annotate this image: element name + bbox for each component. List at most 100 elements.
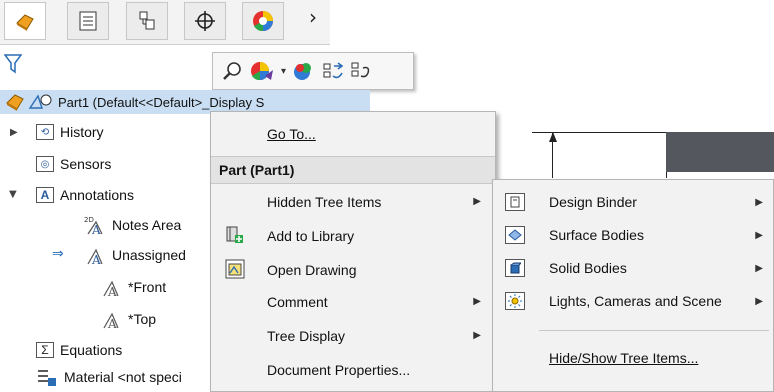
menu-item-hidden-tree-items[interactable]: Hidden Tree Items ▶ [211, 186, 495, 217]
tree-item-sensors[interactable]: ◎ Sensors [36, 153, 111, 175]
menu-item-add-to-library[interactable]: Add to Library [211, 220, 495, 251]
menu-item-label: Add to Library [267, 227, 355, 244]
display-manager-icon [253, 11, 273, 32]
tree-item-label: History [60, 124, 104, 140]
chevron-right-icon[interactable]: › [309, 5, 317, 29]
tree-item-label: *Top [128, 311, 157, 327]
submenu-item-label: Surface Bodies [549, 227, 644, 243]
submenu-item-label: Design Binder [549, 194, 637, 210]
manager-tab-bar: › [0, 0, 330, 45]
propertymanager-icon [79, 11, 97, 31]
tree-item-label: Sensors [60, 156, 112, 172]
menu-item-open-drawing[interactable]: Open Drawing [211, 254, 495, 285]
menu-item-label: Tree Display [267, 327, 346, 344]
svg-text:A: A [107, 285, 117, 298]
tree-item-annotations[interactable]: A Annotations [36, 184, 134, 206]
submenu-arrow-icon: ▶ [473, 330, 481, 341]
chevron-down-icon[interactable]: ▾ [281, 66, 286, 77]
notes-area-icon: 2D A [84, 216, 103, 236]
tree-item-label: Material <not speci [64, 369, 182, 385]
tab-featuremanager[interactable] [4, 2, 46, 40]
annotations-icon: A [36, 187, 54, 203]
tree-item-top[interactable]: A *Top [100, 308, 156, 330]
tab-displaymanager[interactable] [242, 2, 284, 40]
submenu-item-label: Solid Bodies [549, 260, 627, 276]
tree-item-label: Notes Area [112, 217, 182, 233]
svg-text:A: A [91, 223, 101, 236]
collapse-arrow-icon[interactable]: ▼ [9, 189, 17, 200]
equations-icon: Σ [36, 342, 54, 358]
tree-item-front[interactable]: A *Front [100, 276, 166, 298]
tree-item-label: Annotations [60, 187, 134, 203]
annotation-view-icon: A [103, 312, 119, 330]
submenu-item-label: Lights, Cameras and Scene [549, 293, 722, 309]
tree-item-label: Equations [60, 342, 123, 358]
context-toolbar: ▾ [212, 52, 414, 90]
expand-arrow-icon[interactable]: ▶ [10, 127, 18, 138]
menu-separator [539, 330, 769, 331]
arrowhead-icon [549, 132, 557, 142]
active-arrow-icon: ⇒ [52, 246, 64, 262]
context-menu: Go To... Part (Part1) Hidden Tree Items … [210, 111, 496, 392]
add-to-library-icon [226, 226, 243, 243]
submenu-item-hide-show-tree-items[interactable]: Hide/Show Tree Items... [493, 342, 773, 374]
open-drawing-icon [225, 259, 245, 279]
tree-item-equations[interactable]: Σ Equations [36, 339, 122, 361]
surface-bodies-icon [505, 226, 525, 244]
submenu-arrow-icon: ▶ [755, 295, 763, 307]
submenu-arrow-icon: ▶ [755, 262, 763, 274]
submenu-arrow-icon: ▶ [755, 196, 763, 208]
submenu-item-surface-bodies[interactable]: Surface Bodies ▶ [493, 219, 773, 251]
appearance-icon[interactable] [249, 60, 275, 82]
graphics-region [666, 132, 774, 172]
submenu-arrow-icon: ▶ [473, 296, 481, 307]
menu-item-document-properties[interactable]: Document Properties... [211, 354, 495, 385]
hidden-tree-items-submenu: Design Binder ▶ Surface Bodies ▶ Solid B… [492, 179, 774, 392]
annotation-view-icon: A [103, 280, 119, 298]
tree-item-label: Unassigned [112, 247, 186, 263]
history-icon: ⟲ [36, 124, 54, 140]
tree-item-history[interactable]: ⟲ History [36, 121, 104, 143]
tree-item-material[interactable]: Material <not speci [36, 366, 182, 388]
design-binder-icon [505, 193, 525, 211]
dimxpert-icon [195, 11, 215, 31]
menu-item-label: Go To... [267, 125, 316, 142]
menu-item-label: Hidden Tree Items [267, 193, 382, 210]
scene-icon[interactable] [292, 60, 316, 82]
submenu-item-lights-cameras-scene[interactable]: Lights, Cameras and Scene ▶ [493, 285, 773, 317]
submenu-arrow-icon: ▶ [473, 196, 481, 207]
filter-row [0, 50, 210, 84]
submenu-arrow-icon: ▶ [755, 229, 763, 241]
tab-propertymanager[interactable] [67, 2, 109, 40]
tab-configurationmanager[interactable] [126, 2, 168, 40]
svg-text:A: A [91, 253, 101, 266]
part-icon [6, 94, 24, 111]
menu-item-comment[interactable]: Comment ▶ [211, 286, 495, 317]
menu-item-label: Open Drawing [267, 261, 357, 278]
submenu-item-label: Hide/Show Tree Items... [549, 350, 699, 366]
sensors-icon: ◎ [36, 156, 54, 172]
material-icon [38, 370, 56, 386]
submenu-item-design-binder[interactable]: Design Binder ▶ [493, 186, 773, 218]
configurationmanager-icon [139, 11, 155, 30]
display-state-icon [28, 94, 52, 109]
tab-dimxpertmanager[interactable] [184, 2, 226, 40]
hidden-tree-items-icon[interactable] [322, 60, 344, 82]
part-label: Part1 (Default<<Default>_Display S [58, 94, 265, 110]
tree-display-icon[interactable] [350, 60, 372, 82]
annotation-view-icon: A [87, 248, 103, 266]
submenu-item-solid-bodies[interactable]: Solid Bodies ▶ [493, 252, 773, 284]
zoom-to-selection-icon[interactable] [221, 60, 243, 82]
tree-item-label: *Front [128, 279, 167, 295]
filter-icon[interactable] [4, 54, 22, 74]
menu-item-tree-display[interactable]: Tree Display ▶ [211, 320, 495, 351]
tree-item-unassigned[interactable]: A Unassigned [82, 244, 186, 266]
solid-bodies-icon [505, 259, 525, 277]
featuremanager-icon [16, 14, 34, 31]
menu-item-go-to[interactable]: Go To... [211, 118, 495, 149]
menu-item-label: Comment [267, 293, 328, 310]
tree-item-notes-area[interactable]: 2D A Notes Area [82, 214, 181, 236]
menu-item-label: Document Properties... [267, 361, 411, 378]
menu-header: Part (Part1) [211, 156, 495, 184]
svg-text:A: A [107, 317, 117, 330]
